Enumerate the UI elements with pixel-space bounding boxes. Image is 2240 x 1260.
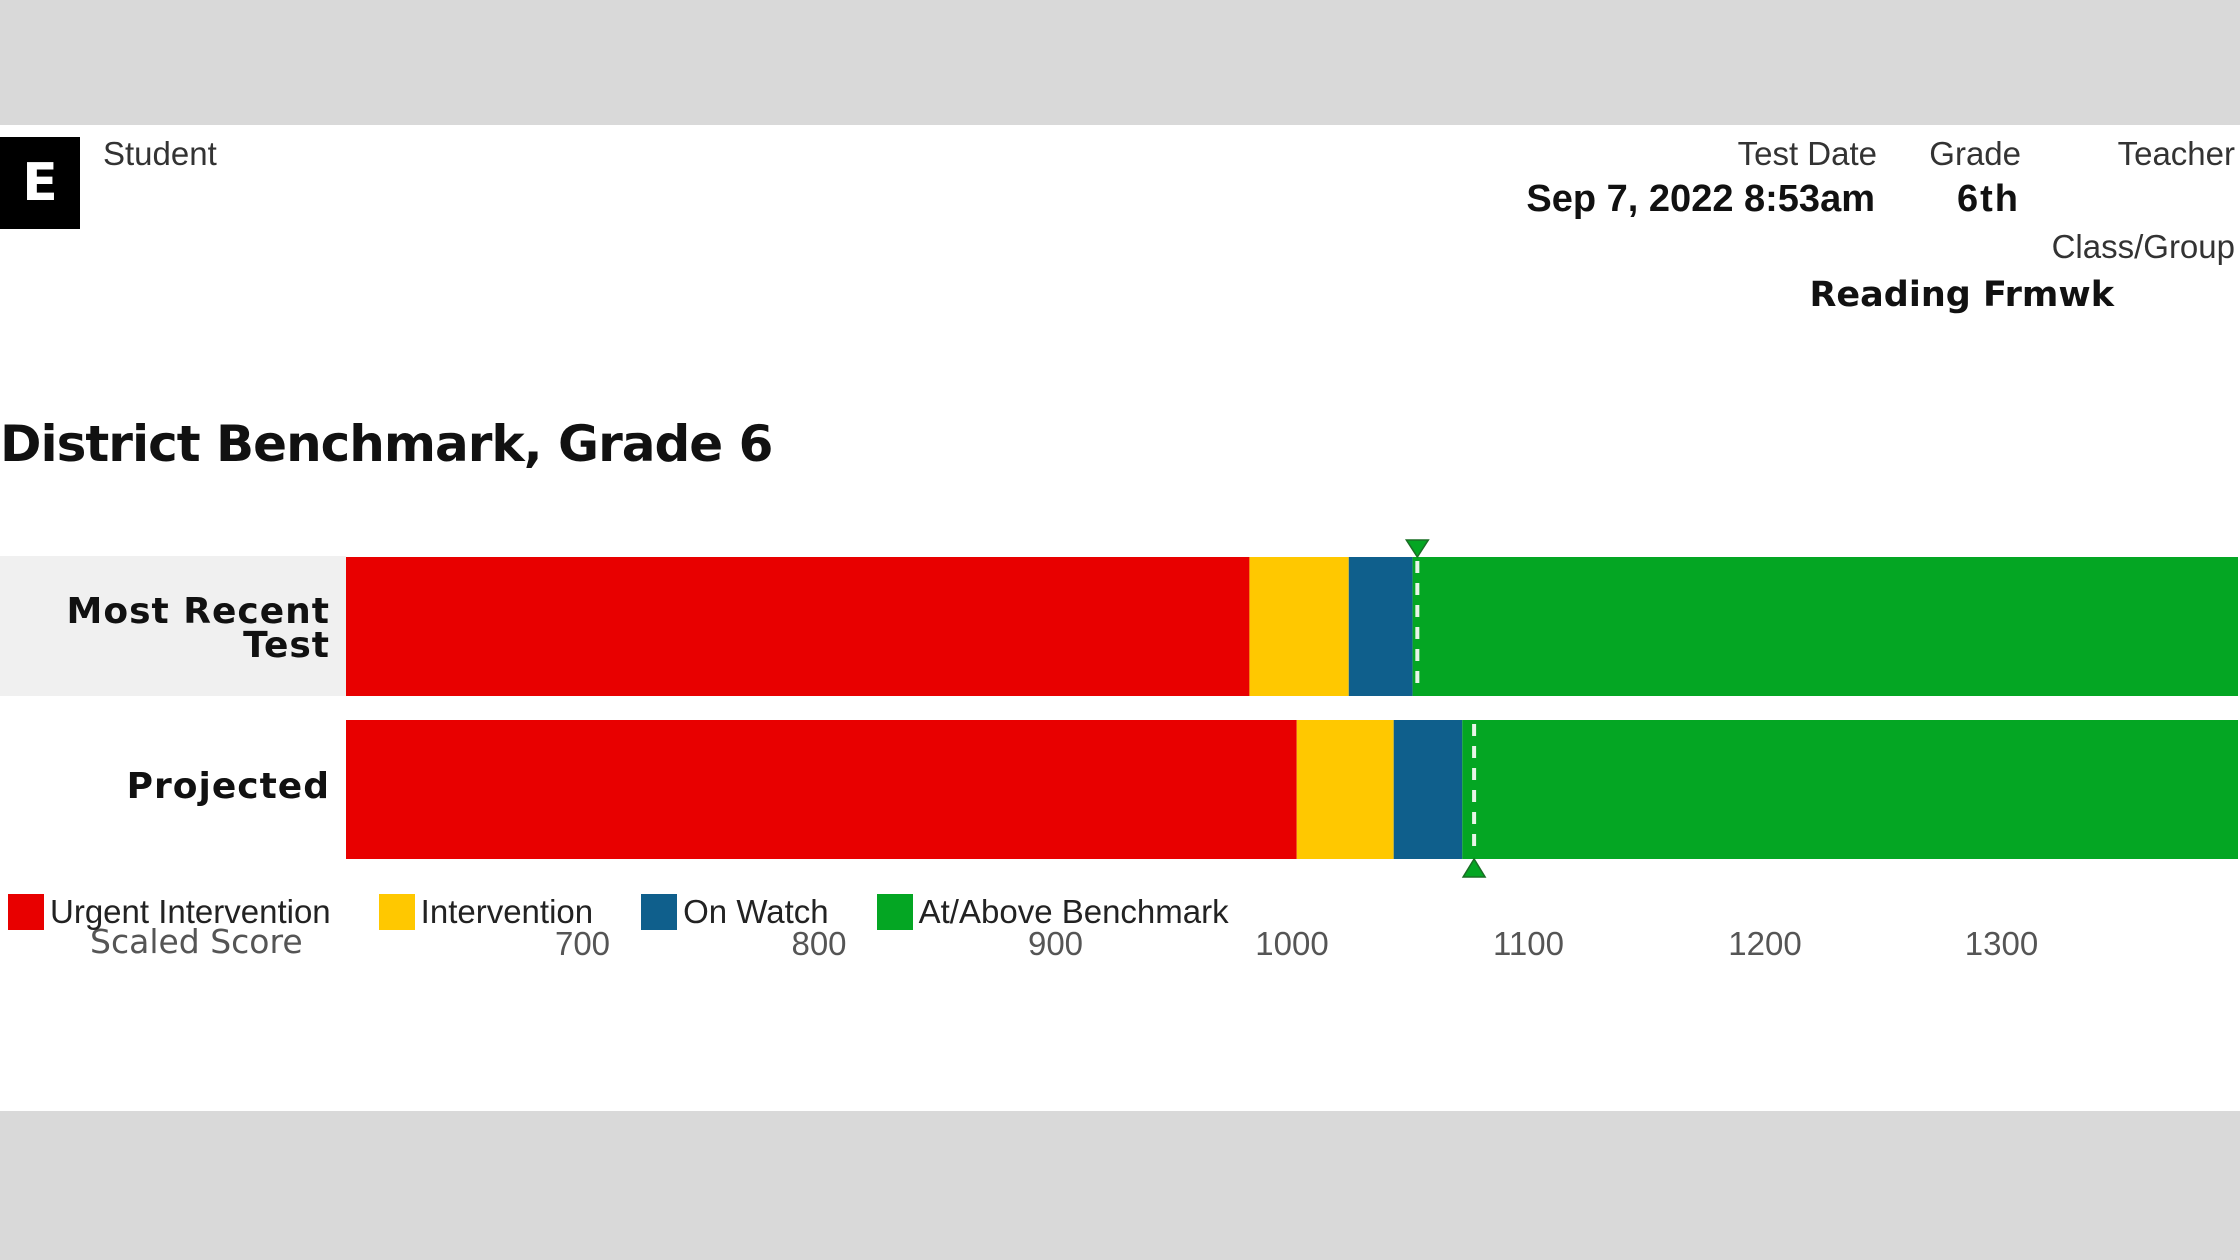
x-tick-label: 1200 [1728,925,1802,962]
legend-item-on-watch: On Watch [641,893,829,931]
bar-segment-urgent-intervention-row-0 [346,557,1250,696]
legend-item-at-above-benchmark: At/Above Benchmark [876,893,1229,931]
bar-segment-on-watch-row-1 [1393,720,1463,859]
legend-swatch-at-above-benchmark [876,894,913,930]
legend-item-intervention: Intervention [378,893,594,931]
x-tick-label: 1100 [1493,925,1564,962]
legend: Urgent Intervention Intervention On Watc… [8,893,1277,931]
bar-segment-intervention-row-1 [1296,720,1394,859]
bar-segment-on-watch-row-0 [1348,557,1413,696]
legend-label: At/Above Benchmark [918,893,1229,930]
legend-label: On Watch [683,893,829,930]
legend-swatch-on-watch [641,894,678,930]
bar-segment-at-above-benchmark-row-1 [1462,720,2238,859]
score-marker-triangle-row-1 [1461,857,1487,878]
legend-label: Urgent Intervention [50,893,331,930]
score-marker-triangle-row-0 [1404,539,1430,559]
x-tick-label: 1300 [1964,925,2039,962]
benchmark-chart [346,539,2238,878]
bar-segment-at-above-benchmark-row-0 [1412,557,2238,696]
legend-label: Intervention [420,893,594,930]
bar-segment-intervention-row-0 [1249,557,1349,696]
bar-segment-urgent-intervention-row-1 [346,720,1297,859]
legend-swatch-intervention [378,894,415,930]
legend-item-urgent-intervention: Urgent Intervention [8,893,331,931]
legend-swatch-urgent-intervention [8,894,44,930]
